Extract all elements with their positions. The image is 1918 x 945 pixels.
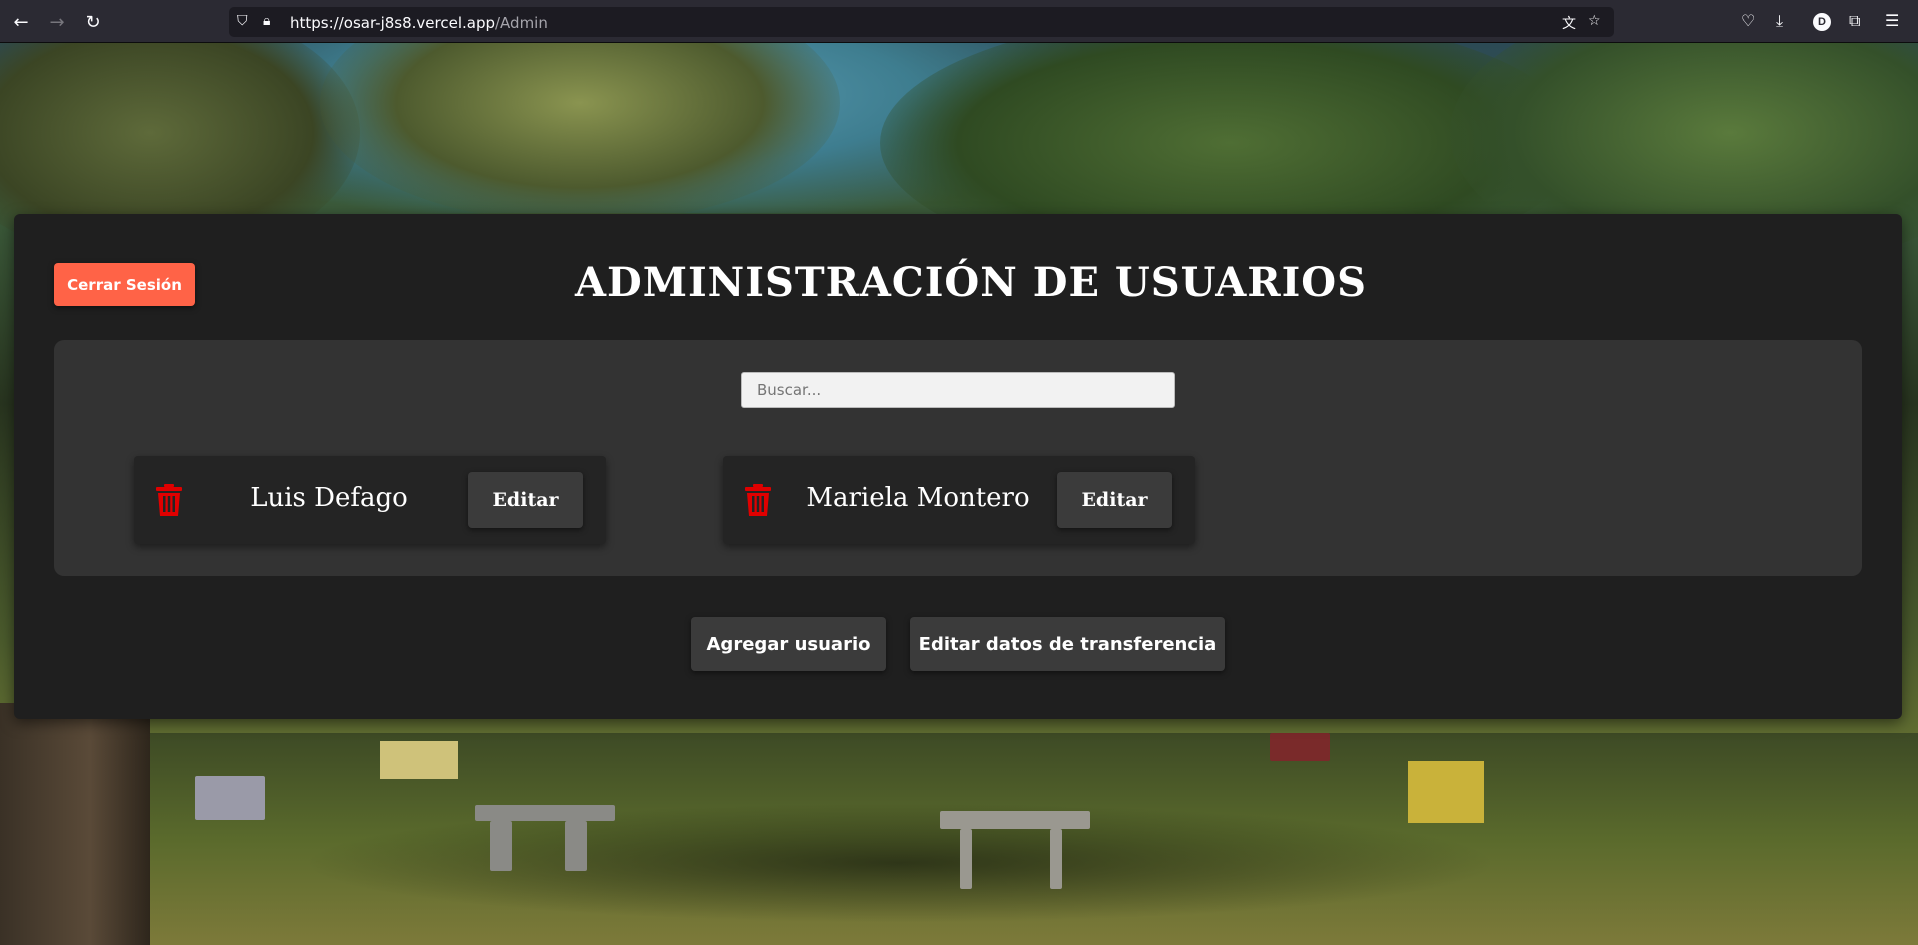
bench-leg	[1050, 829, 1062, 889]
bench-top	[940, 811, 1090, 829]
bench-leg	[960, 829, 972, 889]
url-host: https://osar-j8s8.vercel.app	[290, 14, 495, 32]
admin-panel: Cerrar Sesión ADMINISTRACIÓN DE USUARIOS…	[14, 214, 1902, 719]
user-name: Mariela Montero	[806, 483, 1030, 513]
pocket-icon[interactable]: ♡	[1741, 11, 1755, 30]
user-card: Mariela Montero Editar	[723, 456, 1195, 544]
translate-icon[interactable]: 文	[1562, 13, 1576, 33]
lock-icon[interactable]: 🔒︎	[263, 13, 270, 29]
puzzle-icon[interactable]: ⧉	[1849, 11, 1860, 31]
download-icon[interactable]: ⤓	[1776, 11, 1783, 31]
browser-toolbar: ← → ↻ ⛉ 🔒︎ https://osar-j8s8.vercel.app/…	[0, 0, 1918, 43]
url-path: /Admin	[495, 14, 548, 32]
red-stool	[1270, 733, 1330, 761]
add-user-button[interactable]: Agregar usuario	[691, 617, 886, 671]
tree-shadow	[300, 803, 1500, 923]
stool	[195, 776, 265, 820]
edit-user-button[interactable]: Editar	[1057, 472, 1172, 528]
page-title: ADMINISTRACIÓN DE USUARIOS	[574, 259, 1368, 306]
reload-icon[interactable]: ↻	[81, 10, 105, 34]
logout-button[interactable]: Cerrar Sesión	[54, 263, 195, 306]
profile-avatar[interactable]: D	[1813, 13, 1831, 31]
forward-arrow-icon[interactable]: →	[45, 10, 69, 34]
stool	[380, 741, 458, 779]
yellow-stool	[1408, 761, 1484, 823]
address-bar[interactable]: ⛉ 🔒︎ https://osar-j8s8.vercel.app/Admin …	[229, 7, 1614, 37]
star-icon[interactable]: ☆	[1588, 13, 1601, 29]
shield-icon[interactable]: ⛉	[237, 13, 248, 29]
bench-top	[475, 805, 615, 821]
user-name: Luis Defago	[250, 483, 408, 513]
trash-icon[interactable]	[156, 484, 182, 516]
back-arrow-icon[interactable]: ←	[9, 10, 33, 34]
users-container: Luis Defago Editar Mariela Montero Edita…	[54, 340, 1862, 576]
bench-leg	[565, 821, 587, 871]
bench-leg	[490, 821, 512, 871]
hamburger-menu-icon[interactable]: ☰	[1885, 11, 1899, 30]
trash-icon[interactable]	[745, 484, 771, 516]
search-input[interactable]	[741, 372, 1175, 408]
user-card: Luis Defago Editar	[134, 456, 606, 544]
url-text[interactable]: https://osar-j8s8.vercel.app/Admin	[290, 14, 548, 32]
edit-user-button[interactable]: Editar	[468, 472, 583, 528]
edit-transfer-data-button[interactable]: Editar datos de transferencia	[910, 617, 1225, 671]
palm-trunk	[0, 703, 150, 945]
